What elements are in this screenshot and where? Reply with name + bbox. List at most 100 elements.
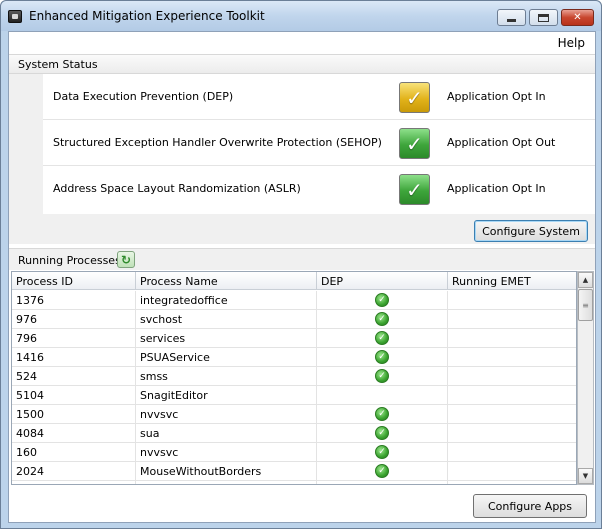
status-row-sehop: Structured Exception Handler Overwrite P…: [43, 120, 595, 166]
maximize-icon: [538, 13, 549, 22]
status-name: Address Space Layout Randomization (ASLR…: [53, 182, 301, 195]
green-check-icon: ✓: [399, 128, 430, 159]
scroll-thumb[interactable]: ≡: [578, 289, 593, 321]
cell-running-emet: [448, 329, 576, 348]
column-header-process-id[interactable]: Process ID: [12, 272, 136, 290]
dep-enabled-icon: ✓: [375, 312, 389, 326]
table-row[interactable]: 524 smss ✓: [12, 367, 576, 386]
table-row[interactable]: 160 nvvsvc ✓: [12, 443, 576, 462]
system-status-title: System Status: [18, 58, 98, 71]
cell-process-name: services: [136, 329, 317, 348]
cell-process-id: 160: [12, 443, 136, 462]
green-check-icon: ✓: [399, 174, 430, 205]
cell-process-name: Snagit32: [136, 481, 317, 484]
configure-system-button[interactable]: Configure System: [474, 220, 588, 242]
scroll-down-button[interactable]: ▼: [578, 468, 593, 484]
dep-enabled-icon: ✓: [375, 350, 389, 364]
table-row[interactable]: 1416 PSUAService ✓: [12, 348, 576, 367]
status-name: Data Execution Prevention (DEP): [53, 90, 234, 103]
table-row[interactable]: 4084 sua ✓: [12, 424, 576, 443]
running-processes-header: Running Processes ↻: [9, 248, 595, 270]
cell-process-name: sua: [136, 424, 317, 443]
window-title: Enhanced Mitigation Experience Toolkit: [29, 9, 265, 23]
minimize-icon: [507, 19, 516, 22]
cell-process-name: nvvsvc: [136, 443, 317, 462]
cell-running-emet: [448, 405, 576, 424]
close-icon: ✕: [573, 12, 582, 23]
cell-process-id: 1416: [12, 348, 136, 367]
cell-dep: ✓: [317, 348, 448, 367]
dep-enabled-icon: ✓: [375, 369, 389, 383]
app-icon: [8, 10, 22, 23]
scroll-up-button[interactable]: ▲: [578, 272, 593, 288]
table-row[interactable]: 976 svchost ✓: [12, 310, 576, 329]
refresh-icon[interactable]: ↻: [117, 251, 135, 268]
cell-process-name: integratedoffice: [136, 291, 317, 310]
cell-running-emet: [448, 291, 576, 310]
cell-dep: ✓: [317, 443, 448, 462]
cell-process-id: 1376: [12, 291, 136, 310]
dep-enabled-icon: ✓: [375, 407, 389, 421]
minimize-button[interactable]: [497, 9, 526, 26]
status-value: Application Opt In: [447, 90, 546, 103]
cell-process-name: svchost: [136, 310, 317, 329]
system-status-panel: Data Execution Prevention (DEP) ✓ Applic…: [43, 74, 595, 214]
running-processes-title: Running Processes: [18, 254, 121, 267]
title-bar[interactable]: Enhanced Mitigation Experience Toolkit ✕: [1, 1, 601, 31]
process-table: Process ID Process Name DEP Running EMET…: [11, 271, 577, 485]
column-header-running-emet[interactable]: Running EMET: [448, 272, 576, 290]
table-row[interactable]: 5104 SnagitEditor: [12, 386, 576, 405]
cell-dep: ✓: [317, 405, 448, 424]
cell-running-emet: [448, 367, 576, 386]
cell-process-name: PSUAService: [136, 348, 317, 367]
configure-apps-button[interactable]: Configure Apps: [473, 494, 587, 518]
cell-process-id: 796: [12, 329, 136, 348]
table-header: Process ID Process Name DEP Running EMET: [12, 272, 576, 290]
emet-window: Enhanced Mitigation Experience Toolkit ✕…: [0, 0, 602, 529]
cell-process-name: nvvsvc: [136, 405, 317, 424]
dep-enabled-icon: ✓: [375, 445, 389, 459]
dep-enabled-icon: ✓: [375, 331, 389, 345]
vertical-scrollbar[interactable]: ▲ ≡ ▼: [577, 271, 594, 485]
cell-process-name: SnagitEditor: [136, 386, 317, 405]
dep-enabled-icon: ✓: [375, 426, 389, 440]
cell-process-name: smss: [136, 367, 317, 386]
table-row[interactable]: 796 services ✓: [12, 329, 576, 348]
dep-enabled-icon: ✓: [375, 464, 389, 478]
cell-dep: ✓: [317, 462, 448, 481]
table-row[interactable]: 2024 MouseWithoutBorders ✓: [12, 462, 576, 481]
cell-running-emet: [448, 443, 576, 462]
cell-dep: ✓: [317, 424, 448, 443]
menu-help[interactable]: Help: [558, 36, 585, 50]
cell-process-id: 4084: [12, 424, 136, 443]
cell-process-id: 2024: [12, 462, 136, 481]
status-value: Application Opt Out: [447, 136, 556, 149]
close-button[interactable]: ✕: [561, 9, 594, 26]
table-row[interactable]: 1376 integratedoffice ✓: [12, 291, 576, 310]
system-status-area: Data Execution Prevention (DEP) ✓ Applic…: [9, 74, 595, 244]
cell-dep: [317, 481, 448, 484]
column-header-dep[interactable]: DEP: [317, 272, 448, 290]
cell-dep: ✓: [317, 329, 448, 348]
menu-bar: Help: [9, 32, 595, 54]
cell-process-id: 4460: [12, 481, 136, 484]
cell-dep: [317, 386, 448, 405]
cell-running-emet: [448, 481, 576, 484]
column-header-process-name[interactable]: Process Name: [136, 272, 317, 290]
status-name: Structured Exception Handler Overwrite P…: [53, 136, 382, 149]
status-value: Application Opt In: [447, 182, 546, 195]
cell-running-emet: [448, 310, 576, 329]
table-row[interactable]: 1500 nvvsvc ✓: [12, 405, 576, 424]
system-status-header: System Status: [9, 54, 595, 74]
cell-running-emet: [448, 348, 576, 367]
client-area: Help System Status Data Execution Preven…: [8, 31, 596, 523]
status-row-dep: Data Execution Prevention (DEP) ✓ Applic…: [43, 74, 595, 120]
cell-running-emet: [448, 462, 576, 481]
yellow-check-icon: ✓: [399, 82, 430, 113]
cell-running-emet: [448, 424, 576, 443]
cell-process-id: 1500: [12, 405, 136, 424]
maximize-button[interactable]: [529, 9, 558, 26]
cell-dep: ✓: [317, 310, 448, 329]
cell-process-id: 524: [12, 367, 136, 386]
table-row[interactable]: 4460Snagit32: [12, 481, 576, 484]
